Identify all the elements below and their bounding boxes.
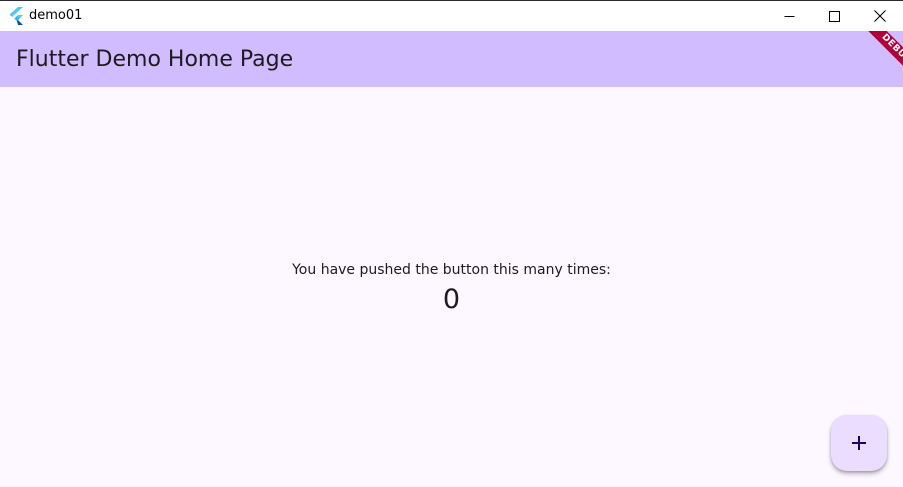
increment-button[interactable] — [831, 415, 887, 471]
page-title: Flutter Demo Home Page — [16, 47, 294, 72]
maximize-icon — [828, 10, 840, 22]
main-content: You have pushed the button this many tim… — [0, 87, 903, 487]
close-button[interactable] — [857, 1, 903, 31]
minimize-button[interactable] — [766, 1, 812, 31]
maximize-button[interactable] — [811, 1, 857, 31]
counter-value: 0 — [442, 284, 461, 315]
window-titlebar[interactable]: demo01 — [0, 0, 903, 31]
app-bar: Flutter Demo Home Page — [0, 31, 903, 87]
minimize-icon — [784, 11, 795, 22]
counter-message: You have pushed the button this many tim… — [292, 262, 611, 278]
window-title: demo01 — [29, 8, 83, 23]
flutter-logo-icon — [8, 7, 24, 25]
app-window: demo01 Flutter Demo Home Page DEBUG You … — [0, 0, 903, 487]
close-icon — [874, 10, 886, 22]
plus-icon — [851, 435, 867, 451]
